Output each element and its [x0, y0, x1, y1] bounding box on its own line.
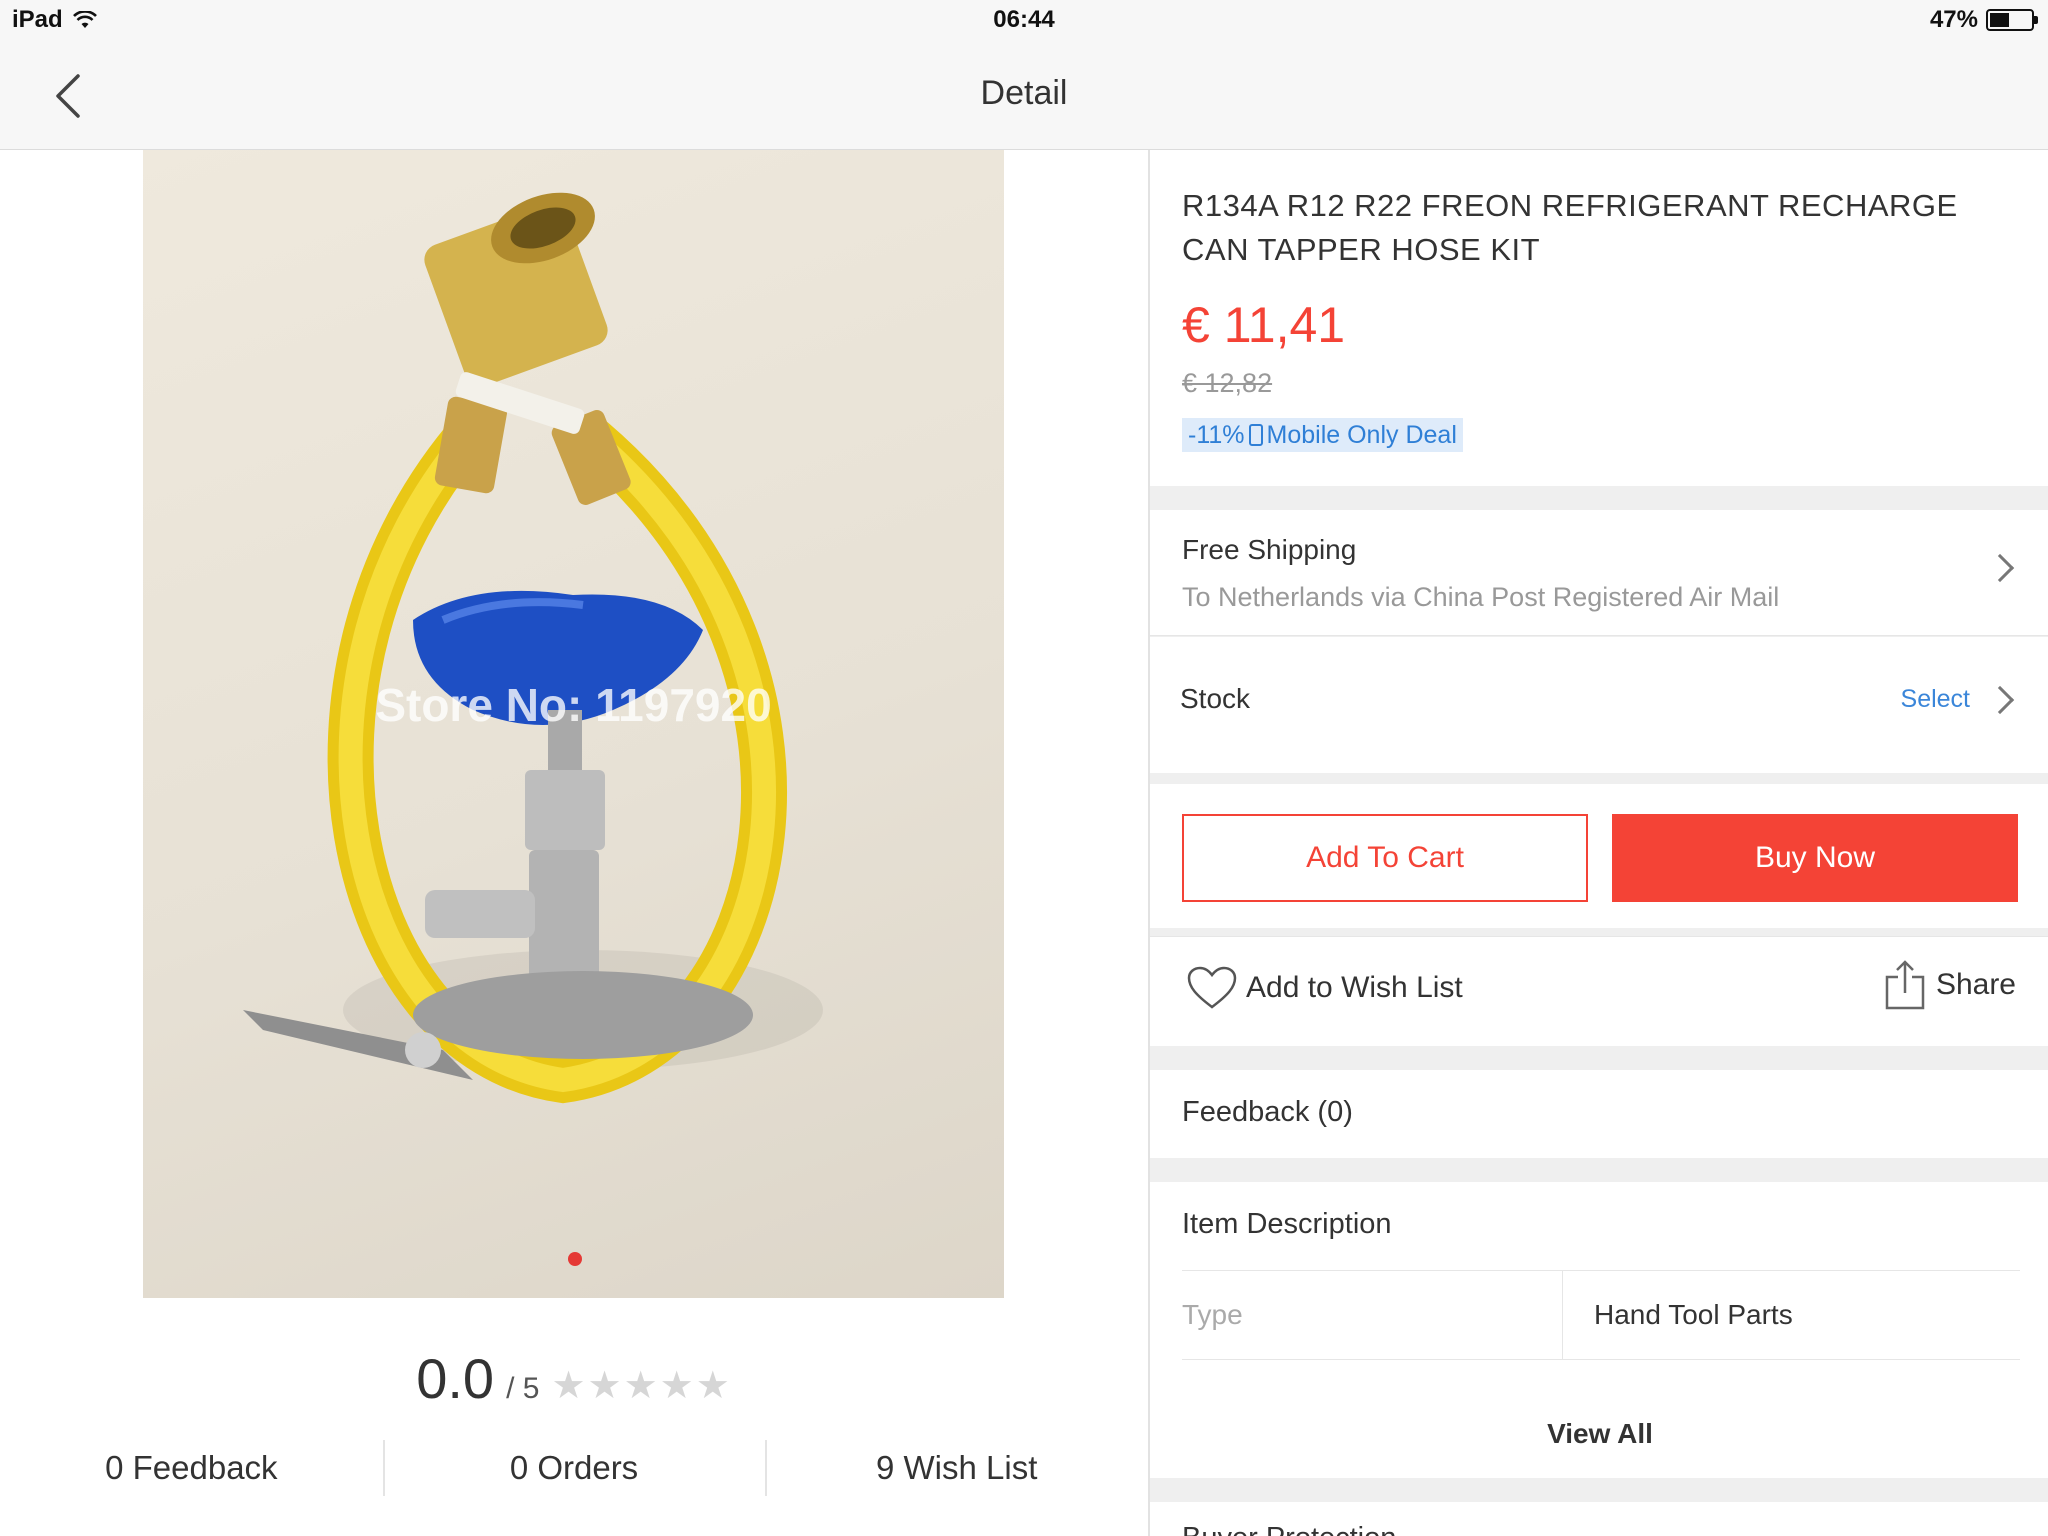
- heart-icon: [1187, 966, 1237, 1009]
- spec-row: Type Hand Tool Parts: [1182, 1270, 2020, 1360]
- original-price: € 12,82: [1182, 368, 1273, 398]
- share-label: Share: [1935, 968, 2016, 1001]
- rating-summary: 0.0 / 5 ★★★★★: [0, 1346, 1148, 1411]
- chevron-right-icon: [1985, 553, 2015, 583]
- shipping-detail: To Netherlands via China Post Registered…: [1182, 582, 1780, 612]
- description-heading: Item Description: [1182, 1208, 1392, 1240]
- deal-label: Mobile Only Deal: [1266, 421, 1457, 449]
- product-image[interactable]: Store No: 1197920: [143, 150, 1004, 1298]
- clock: 06:44: [993, 6, 1055, 33]
- phone-icon: [1248, 424, 1263, 446]
- status-right: 47%: [1929, 6, 2038, 34]
- rating-score: 0.0: [416, 1347, 495, 1410]
- nav-bar: Detail: [0, 42, 2048, 150]
- status-bar: iPad 06:44 47%: [0, 0, 2048, 42]
- spec-value: Hand Tool Parts: [1594, 1299, 1793, 1330]
- stock-label: Stock: [1180, 683, 1251, 714]
- buyer-protection-heading: Buyer Protection: [1182, 1522, 1396, 1536]
- spec-divider: [1562, 1271, 1563, 1359]
- add-to-cart-button[interactable]: Add To Cart: [1182, 814, 1588, 902]
- rating-stars-icon: ★★★★★: [551, 1365, 732, 1407]
- page-title: Detail: [980, 74, 1068, 112]
- item-description: Item Description Type Hand Tool Parts Vi…: [1150, 1182, 2048, 1478]
- battery-percent: 47%: [1929, 6, 1978, 33]
- add-to-wish-list-button[interactable]: Add to Wish List: [1186, 965, 1463, 1011]
- view-all-button[interactable]: View All: [1150, 1418, 2048, 1450]
- product-gallery-column: Store No: 1197920 0.0 / 5 ★★★★★ 0 Feedba…: [0, 150, 1148, 1536]
- product-price: € 11,41: [1182, 297, 1346, 353]
- stat-wish-list[interactable]: 9 Wish List: [765, 1436, 1148, 1500]
- store-watermark: Store No: 1197920: [375, 679, 772, 731]
- battery-icon: [1986, 9, 2038, 31]
- purchase-actions: Add To Cart Buy Now: [1150, 784, 2048, 928]
- rating-out-of: / 5: [506, 1372, 540, 1405]
- buyer-protection-row[interactable]: Buyer Protection: [1150, 1502, 2048, 1536]
- stock-row[interactable]: Stock Select: [1150, 637, 2048, 773]
- chevron-right-icon: [1985, 685, 2015, 715]
- mobile-deal-badge: -11% Mobile Only Deal: [1182, 418, 1463, 452]
- stock-select-link[interactable]: Select: [1901, 685, 1970, 714]
- stat-orders[interactable]: 0 Orders: [382, 1436, 766, 1500]
- deal-discount: -11%: [1188, 421, 1245, 449]
- feedback-row[interactable]: Feedback (0): [1150, 1070, 2048, 1158]
- feedback-label: Feedback (0): [1182, 1096, 1353, 1128]
- share-icon: [1885, 960, 1925, 1010]
- shipping-heading: Free Shipping: [1182, 534, 1357, 565]
- product-detail-column: R134A R12 R22 FREON REFRIGERANT RECHARGE…: [1148, 150, 2048, 1536]
- product-stats: 0 Feedback 0 Orders 9 Wish List: [0, 1436, 1148, 1500]
- share-button[interactable]: Share: [1884, 959, 2016, 1011]
- spec-key: Type: [1182, 1299, 1243, 1330]
- shipping-row[interactable]: Free Shipping To Netherlands via China P…: [1150, 510, 2048, 636]
- product-summary: R134A R12 R22 FREON REFRIGERANT RECHARGE…: [1150, 150, 2048, 486]
- stat-feedback[interactable]: 0 Feedback: [0, 1436, 383, 1500]
- battery-level: [1990, 13, 2009, 27]
- wish-share-row: Add to Wish List Share: [1150, 936, 2048, 1046]
- gallery-page-indicator: [568, 1252, 582, 1266]
- wish-list-label: Add to Wish List: [1246, 971, 1463, 1004]
- product-title: R134A R12 R22 FREON REFRIGERANT RECHARGE…: [1182, 188, 1958, 267]
- buy-now-button[interactable]: Buy Now: [1612, 814, 2018, 902]
